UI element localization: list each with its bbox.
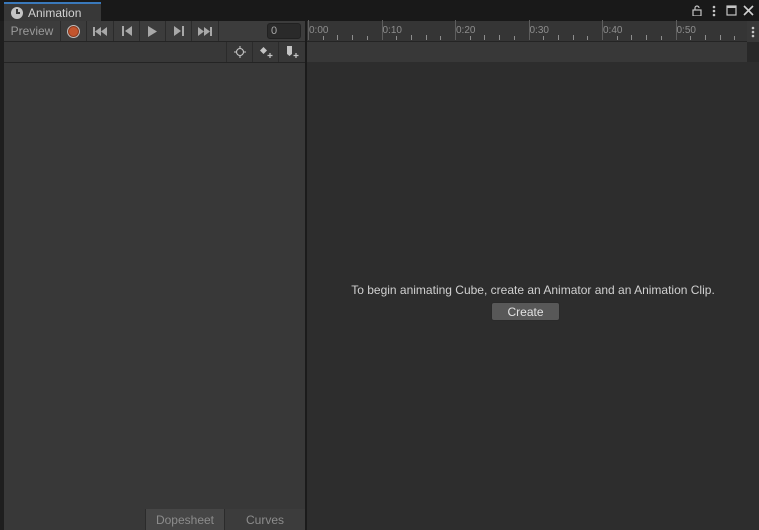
last-keyframe-button[interactable] bbox=[192, 21, 219, 41]
add-event-icon bbox=[286, 46, 298, 58]
first-keyframe-button[interactable] bbox=[87, 21, 114, 41]
timeline-minor-tick bbox=[513, 36, 515, 40]
timeline-minor-tick bbox=[322, 36, 324, 40]
kebab-menu-icon[interactable] bbox=[707, 4, 721, 18]
frame-number-field[interactable]: 0 bbox=[267, 23, 301, 39]
lock-icon[interactable] bbox=[690, 4, 704, 18]
timeline-label: 0:00 bbox=[309, 25, 329, 36]
keyframe-toolbar bbox=[4, 42, 305, 63]
empty-state-message: To begin animating Cube, create an Anima… bbox=[351, 283, 715, 297]
animation-tab[interactable]: Animation bbox=[4, 2, 101, 21]
next-keyframe-button[interactable] bbox=[166, 21, 192, 41]
timeline-minor-tick bbox=[499, 35, 501, 40]
clock-icon bbox=[11, 6, 23, 19]
timeline-minor-tick bbox=[646, 35, 648, 40]
timeline-minor-tick bbox=[410, 35, 412, 40]
previous-frame-icon bbox=[121, 26, 132, 36]
view-mode-tabs: Dopesheet Curves bbox=[4, 509, 305, 530]
timeline-minor-tick bbox=[543, 36, 545, 40]
event-track[interactable] bbox=[307, 42, 747, 62]
timeline-label: 0:50 bbox=[676, 25, 696, 36]
timeline-minor-tick bbox=[557, 35, 559, 40]
maximize-icon[interactable] bbox=[724, 4, 738, 18]
skip-to-start-icon bbox=[93, 26, 107, 36]
next-frame-icon bbox=[173, 26, 184, 36]
timeline-menu-icon[interactable] bbox=[747, 21, 759, 42]
timeline-minor-tick bbox=[425, 35, 427, 40]
timeline-minor-tick bbox=[704, 35, 706, 40]
crosshair-icon bbox=[233, 46, 246, 58]
timeline-minor-tick bbox=[469, 36, 471, 40]
timeline-minor-tick bbox=[734, 36, 736, 40]
tab-dopesheet[interactable]: Dopesheet bbox=[145, 509, 224, 530]
skip-to-end-icon bbox=[198, 26, 212, 36]
timeline-label: 0:10 bbox=[382, 25, 402, 36]
filter-by-selection-button[interactable] bbox=[226, 42, 252, 62]
record-icon bbox=[67, 24, 80, 38]
window-tab-bar: Animation bbox=[0, 0, 759, 21]
window-controls bbox=[690, 2, 755, 19]
timeline-label: 0:20 bbox=[456, 25, 476, 36]
timeline-label: 0:40 bbox=[603, 25, 623, 36]
tab-curves[interactable]: Curves bbox=[224, 509, 305, 530]
add-keyframe-icon bbox=[259, 47, 272, 58]
timeline-minor-tick bbox=[440, 36, 442, 40]
close-icon[interactable] bbox=[741, 4, 755, 18]
play-icon bbox=[148, 25, 157, 37]
previous-keyframe-button[interactable] bbox=[114, 21, 140, 41]
timeline-minor-tick bbox=[484, 35, 486, 40]
timeline-minor-tick bbox=[572, 35, 574, 40]
timeline-label: 0:30 bbox=[529, 25, 549, 36]
add-event-button[interactable] bbox=[278, 42, 304, 62]
timeline-minor-tick bbox=[396, 36, 398, 40]
record-button[interactable] bbox=[61, 21, 87, 41]
timeline-minor-tick bbox=[352, 35, 354, 40]
tab-label: Animation bbox=[28, 5, 82, 20]
timeline-ruler[interactable]: 0:00 0:10 0:20 0:30 0:40 0:50 bbox=[307, 20, 747, 42]
timeline-minor-tick bbox=[631, 35, 633, 40]
timeline-minor-tick bbox=[660, 36, 662, 40]
play-button[interactable] bbox=[140, 21, 166, 41]
timeline-minor-tick bbox=[690, 36, 692, 40]
timeline-minor-tick bbox=[587, 36, 589, 40]
timeline-minor-tick bbox=[719, 35, 721, 40]
playback-toolbar: Preview 0 bbox=[4, 21, 305, 42]
create-button[interactable]: Create bbox=[491, 302, 560, 321]
property-list-panel bbox=[4, 21, 305, 530]
timeline-minor-tick bbox=[366, 36, 368, 40]
timeline-minor-tick bbox=[337, 35, 339, 40]
add-keyframe-button[interactable] bbox=[252, 42, 278, 62]
timeline-minor-tick bbox=[616, 36, 618, 40]
preview-button[interactable]: Preview bbox=[4, 21, 61, 41]
